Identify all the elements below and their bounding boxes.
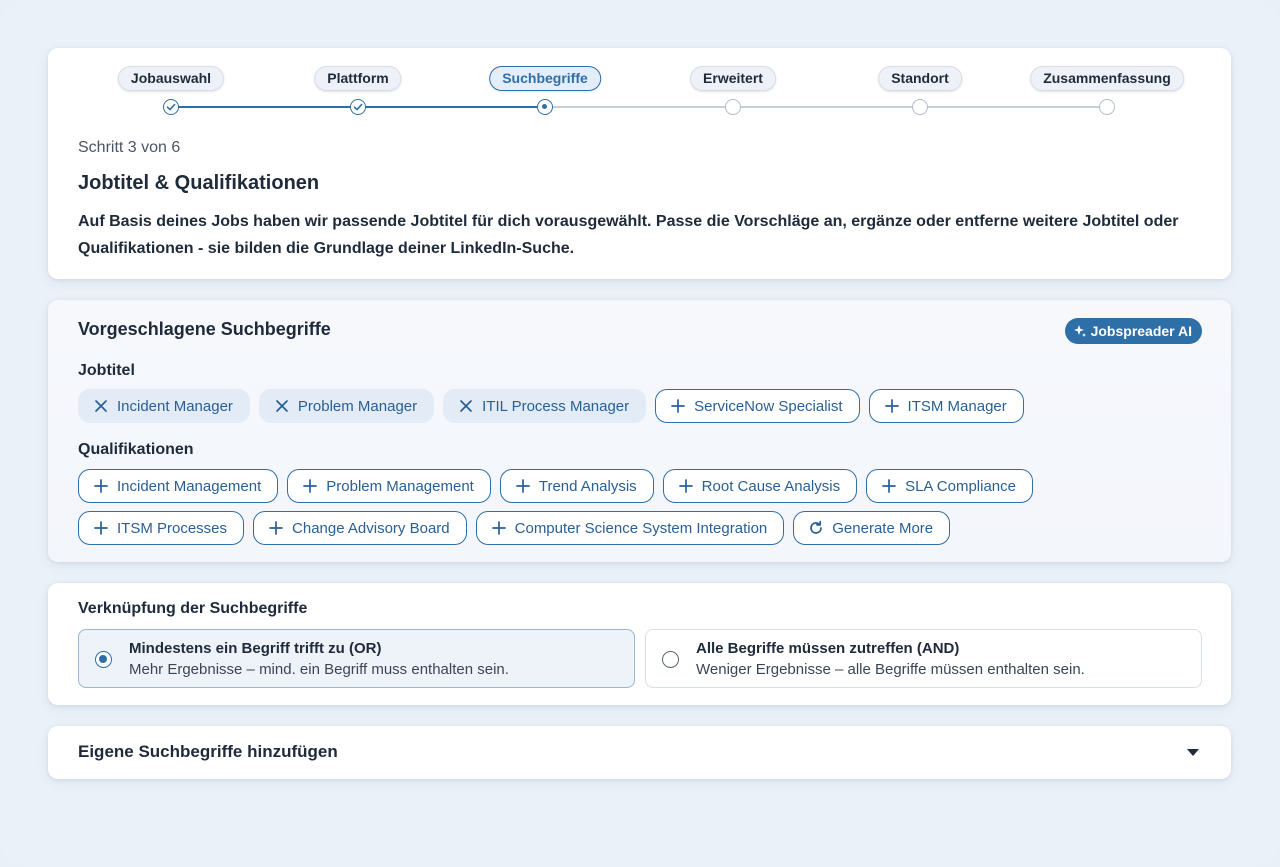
step-connector: [545, 106, 733, 108]
chip-sla-compliance[interactable]: SLA Compliance: [866, 469, 1033, 503]
chip-label: Trend Analysis: [538, 477, 637, 495]
step-plattform[interactable]: Plattform: [314, 66, 402, 91]
chip-label: SLA Compliance: [905, 477, 1016, 495]
chip-label: ITIL Process Manager: [482, 397, 630, 415]
operator-option-or[interactable]: Mindestens ein Begriff trifft zu (OR) Me…: [78, 629, 635, 688]
custom-terms-title: Eigene Suchbegriffe hinzufügen: [78, 742, 338, 761]
plus-icon: [882, 479, 896, 493]
chip-change-advisory-board[interactable]: Change Advisory Board: [253, 511, 467, 545]
step-empty-dot-icon: [725, 99, 741, 115]
chip-problem-manager[interactable]: Problem Manager: [258, 389, 435, 423]
chip-incident-management[interactable]: Incident Management: [78, 469, 279, 503]
sparkle-icon: [1073, 325, 1086, 337]
chip-itsm-processes[interactable]: ITSM Processes: [78, 511, 245, 545]
step-suchbegriffe[interactable]: Suchbegriffe: [489, 66, 601, 91]
qualifications-label: Qualifikationen: [78, 441, 194, 458]
close-icon: [95, 400, 107, 412]
suggestions-card: Vorgeschlagene Suchbegriffe Jobspreader …: [48, 300, 1231, 562]
operator-title: Verknüpfung der Suchbegriffe: [78, 600, 308, 617]
page-title: Jobtitel & Qualifikationen: [78, 172, 320, 194]
chip-servicenow-specialist[interactable]: ServiceNow Specialist: [655, 389, 860, 423]
progress-stepper: Jobauswahl Plattform Suchbegriffe Erweit…: [48, 48, 1231, 118]
radio-button[interactable]: [95, 651, 112, 668]
plus-icon: [94, 479, 108, 493]
plus-icon: [269, 521, 283, 535]
chip-itil-process-manager[interactable]: ITIL Process Manager: [443, 389, 647, 423]
qualifications-chips-row-2: ITSM Processes Change Advisory Board Com…: [78, 511, 951, 545]
jobtitles-chips: Incident Manager Problem Manager ITIL Pr…: [78, 389, 1024, 423]
chip-label: Incident Manager: [117, 397, 233, 415]
plus-icon: [678, 479, 693, 493]
chip-computer-science-system-integration[interactable]: Computer Science System Integration: [475, 511, 785, 545]
plus-icon: [94, 521, 108, 535]
chip-label: Computer Science System Integration: [514, 519, 768, 537]
chip-label: ITSM Manager: [907, 397, 1007, 415]
qualifications-chips-row-1: Incident Management Problem Management T…: [78, 469, 1033, 503]
custom-terms-accordion[interactable]: Eigene Suchbegriffe hinzufügen: [48, 726, 1231, 779]
plus-icon: [303, 479, 318, 493]
step-jobauswahl[interactable]: Jobauswahl: [117, 66, 225, 91]
radio-button[interactable]: [662, 651, 679, 668]
option-subtitle: Mehr Ergebnisse – mind. ein Begriff muss…: [129, 661, 509, 678]
chip-root-cause-analysis[interactable]: Root Cause Analysis: [662, 469, 858, 503]
chip-label: ITSM Processes: [117, 519, 228, 537]
step-connector: [171, 106, 358, 108]
refresh-icon: [810, 520, 823, 534]
step-connector: [733, 106, 920, 108]
ai-badge-label: Jobspreader AI: [1090, 323, 1192, 339]
step-check-icon: [350, 99, 366, 115]
plus-icon: [491, 521, 506, 535]
plus-icon: [671, 399, 686, 413]
ai-badge: Jobspreader AI: [1064, 318, 1202, 344]
step-zusammenfassung[interactable]: Zusammenfassung: [1030, 66, 1184, 91]
step-active-dot-icon: [537, 99, 553, 115]
close-icon: [276, 400, 288, 412]
plus-icon: [884, 399, 899, 413]
step-counter: Schritt 3 von 6: [78, 139, 181, 156]
stepper-card: Jobauswahl Plattform Suchbegriffe Erweit…: [48, 48, 1231, 279]
step-empty-dot-icon: [912, 99, 928, 115]
option-subtitle: Weniger Ergebnisse – alle Begriffe müsse…: [696, 661, 1085, 678]
suggestions-title: Vorgeschlagene Suchbegriffe: [78, 319, 331, 339]
chip-label: Incident Management: [117, 477, 262, 495]
generate-more-button[interactable]: Generate More: [793, 511, 951, 545]
generate-more-label: Generate More: [832, 519, 934, 537]
step-connector: [358, 106, 545, 108]
chip-label: Root Cause Analysis: [701, 477, 841, 495]
operator-card: Verknüpfung der Suchbegriffe Mindestens …: [48, 583, 1231, 705]
step-erweitert[interactable]: Erweitert: [690, 66, 776, 91]
chevron-down-icon[interactable]: [1187, 749, 1199, 756]
chip-itsm-manager[interactable]: ITSM Manager: [868, 389, 1024, 423]
operator-option-and[interactable]: Alle Begriffe müssen zutreffen (AND) Wen…: [645, 629, 1202, 688]
plus-icon: [515, 479, 530, 493]
chip-label: Problem Management: [326, 477, 474, 495]
step-standort[interactable]: Standort: [878, 66, 962, 91]
option-title: Alle Begriffe müssen zutreffen (AND): [696, 640, 960, 657]
chip-trend-analysis[interactable]: Trend Analysis: [499, 469, 654, 503]
chip-problem-management[interactable]: Problem Management: [287, 469, 491, 503]
option-title: Mindestens ein Begriff trifft zu (OR): [129, 640, 382, 657]
step-connector: [920, 106, 1107, 108]
step-empty-dot-icon: [1099, 99, 1115, 115]
step-check-icon: [163, 99, 179, 115]
chip-label: Change Advisory Board: [292, 519, 450, 537]
chip-label: ServiceNow Specialist: [694, 397, 843, 415]
jobtitles-label: Jobtitel: [78, 362, 135, 379]
chip-incident-manager[interactable]: Incident Manager: [78, 389, 250, 423]
chip-label: Problem Manager: [297, 397, 418, 415]
close-icon: [460, 400, 472, 412]
page-description: Auf Basis deines Jobs haben wir passende…: [78, 213, 1179, 257]
